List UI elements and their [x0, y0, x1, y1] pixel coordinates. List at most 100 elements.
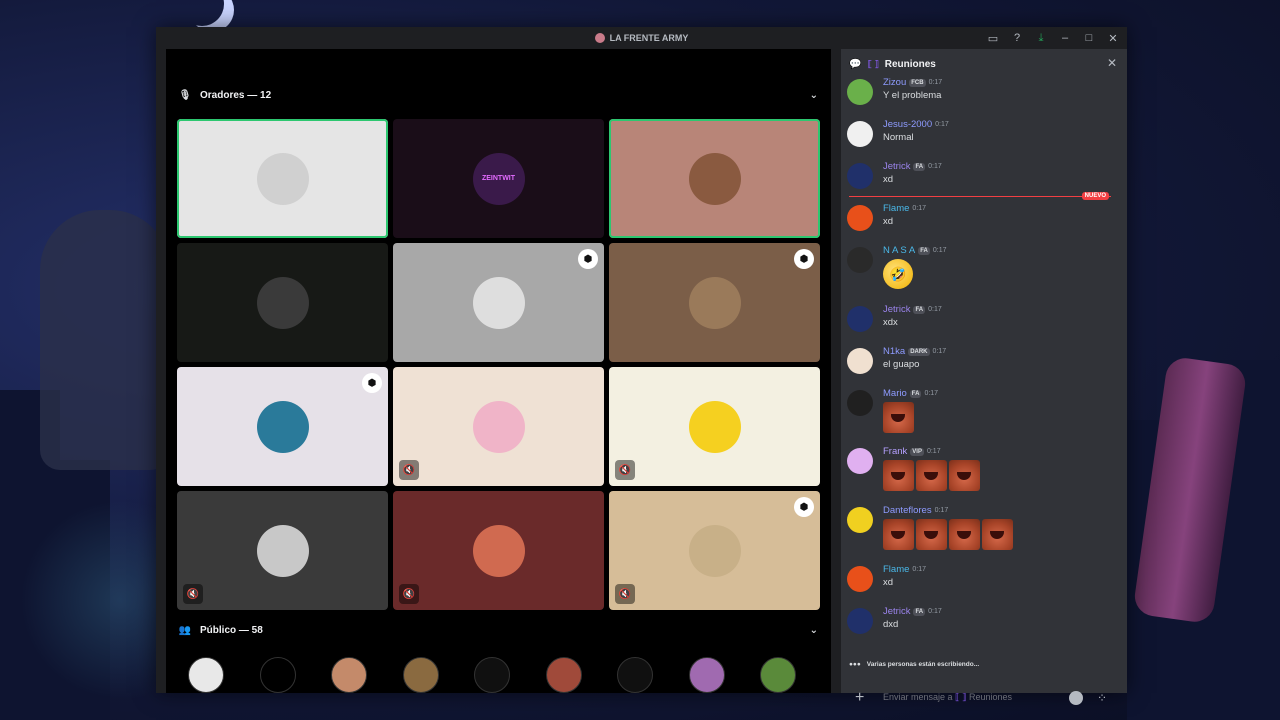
download-icon[interactable]: ⤓: [1033, 30, 1049, 46]
avatar[interactable]: [847, 448, 873, 474]
clan-tag[interactable]: FA: [913, 607, 926, 616]
avatar[interactable]: [847, 306, 873, 332]
username[interactable]: Jetrick: [883, 606, 910, 617]
avatar: [688, 152, 741, 205]
timestamp: 0:17: [912, 205, 927, 212]
speaker-tile[interactable]: [177, 243, 388, 362]
help-icon[interactable]: ?: [1009, 30, 1025, 46]
avatar: [472, 276, 525, 329]
composer-placeholder[interactable]: Enviar mensaje a ⟦ ⟧ Reuniones: [883, 692, 1012, 703]
avatar[interactable]: [847, 79, 873, 105]
clan-tag[interactable]: FA: [913, 305, 926, 314]
message-list[interactable]: NUEVO Zizou FCB 0:17 Y el problema Jesus-200…: [841, 77, 1127, 652]
speaker-tile[interactable]: [609, 119, 820, 238]
username[interactable]: Flame: [883, 203, 909, 214]
message-text: xdx: [883, 317, 898, 328]
custom-emoji-icon: [916, 519, 947, 550]
speaker-tile[interactable]: ⬢: [177, 367, 388, 486]
audience-avatar[interactable]: [545, 657, 582, 693]
speakers-label: Oradores — 12: [200, 89, 272, 101]
minimize-button[interactable]: –: [1057, 30, 1073, 46]
avatar[interactable]: [847, 507, 873, 533]
username[interactable]: Mario: [883, 388, 907, 399]
message-header: Danteflores 0:17: [883, 505, 948, 516]
speaker-tile[interactable]: ⬢ 🔇: [609, 491, 820, 610]
chevron-down-icon[interactable]: ⌄: [810, 90, 818, 101]
audience-avatar[interactable]: [402, 657, 439, 693]
muted-mic-icon: 🔇: [399, 460, 419, 480]
speaker-tile[interactable]: 🔇: [393, 367, 604, 486]
timestamp: 0:17: [924, 390, 939, 397]
clan-tag[interactable]: FA: [909, 389, 922, 398]
audience-avatar[interactable]: [331, 657, 367, 693]
message-text: el guapo: [883, 359, 920, 370]
avatar[interactable]: [847, 247, 873, 273]
avatar[interactable]: [847, 390, 873, 416]
emoji-icon[interactable]: [1069, 691, 1083, 705]
message-text: xd: [883, 216, 894, 227]
avatar[interactable]: [847, 566, 873, 592]
chat-panel: 💬 ⟦ ⟧ Reuniones ✕ NUEVO Zizou FCB 0:17 Y el…: [841, 49, 1127, 706]
speaker-tile[interactable]: ZEINTWIT: [393, 119, 604, 238]
close-window-button[interactable]: ✕: [1105, 30, 1121, 46]
clan-tag[interactable]: DARK: [908, 347, 930, 356]
username[interactable]: Jetrick: [883, 304, 910, 315]
title-bar-controls: ▭ ? ⤓ – □ ✕: [985, 30, 1121, 46]
clan-tag[interactable]: FA: [913, 162, 926, 171]
username[interactable]: Flame: [883, 564, 909, 575]
message-text: xd: [883, 174, 894, 185]
screen-icon[interactable]: ▭: [985, 30, 1001, 46]
message-composer[interactable]: + Enviar mensaje a ⟦ ⟧ Reuniones ⁘: [849, 681, 1119, 717]
chevron-down-icon[interactable]: ⌄: [810, 625, 818, 636]
avatar[interactable]: [847, 348, 873, 374]
username[interactable]: Zizou: [883, 77, 906, 88]
maximize-button[interactable]: □: [1081, 30, 1097, 46]
people-icon: 👥: [178, 624, 192, 636]
custom-emoji-icon: [949, 519, 980, 550]
stage-panel: 🎙 Oradores — 12 ⌄ ZEINTWIT ⬢ ⬢ ⬢ 🔇 🔇 🔇 🔇 ⬢ 🔇 👥 Pú…: [166, 49, 831, 693]
username[interactable]: Jesus-2000: [883, 119, 932, 130]
audience-avatar[interactable]: [259, 657, 296, 693]
clan-tag[interactable]: VIP: [910, 447, 924, 456]
composer-channel-name: Reuniones: [969, 692, 1013, 702]
audience-avatar[interactable]: [760, 657, 796, 693]
username[interactable]: Frank: [883, 446, 907, 457]
speakers-header[interactable]: 🎙 Oradores — 12 ⌄: [178, 85, 818, 105]
speaker-tile[interactable]: 🔇: [393, 491, 604, 610]
audience-avatar[interactable]: [617, 657, 653, 693]
username[interactable]: Danteflores: [883, 505, 932, 516]
custom-emoji-icon: [883, 402, 914, 433]
avatar[interactable]: [847, 205, 873, 231]
emoji-row: 🤣: [883, 259, 913, 289]
avatar[interactable]: [847, 608, 873, 634]
speaker-tile[interactable]: ⬢: [609, 243, 820, 362]
clan-tag[interactable]: FA: [918, 246, 930, 255]
avatar-text: ZEINTWIT: [481, 175, 516, 182]
plus-icon[interactable]: +: [855, 690, 864, 706]
audience-header[interactable]: 👥 Público — 58 ⌄: [178, 620, 818, 640]
username[interactable]: N1ka: [883, 346, 905, 357]
apps-icon[interactable]: ⁘: [1097, 691, 1107, 705]
emoji-row: [883, 460, 980, 491]
username[interactable]: Jetrick: [883, 161, 910, 172]
avatar: [256, 152, 309, 205]
timestamp: 0:17: [932, 348, 947, 355]
username[interactable]: N A S A: [883, 245, 915, 256]
speaker-tile[interactable]: [177, 119, 388, 238]
avatar[interactable]: [847, 163, 873, 189]
close-icon[interactable]: ✕: [1107, 56, 1117, 70]
emoji-row: [883, 519, 1013, 550]
muted-mic-icon: 🔇: [615, 584, 635, 604]
avatar[interactable]: [847, 121, 873, 147]
typing-indicator: ●●● Varias personas están escribiendo...: [849, 661, 979, 668]
muted-mic-icon: 🔇: [615, 460, 635, 480]
speaker-tile[interactable]: 🔇: [609, 367, 820, 486]
speaker-tile[interactable]: 🔇: [177, 491, 388, 610]
audience-avatar[interactable]: [688, 657, 725, 693]
server-icon: [594, 33, 605, 43]
speaker-tile[interactable]: ⬢: [393, 243, 604, 362]
audience-avatar[interactable]: [474, 657, 510, 693]
clan-tag[interactable]: FCB: [909, 78, 926, 87]
message-header: Jetrick FA 0:17: [883, 304, 942, 315]
audience-avatar[interactable]: [188, 657, 224, 693]
